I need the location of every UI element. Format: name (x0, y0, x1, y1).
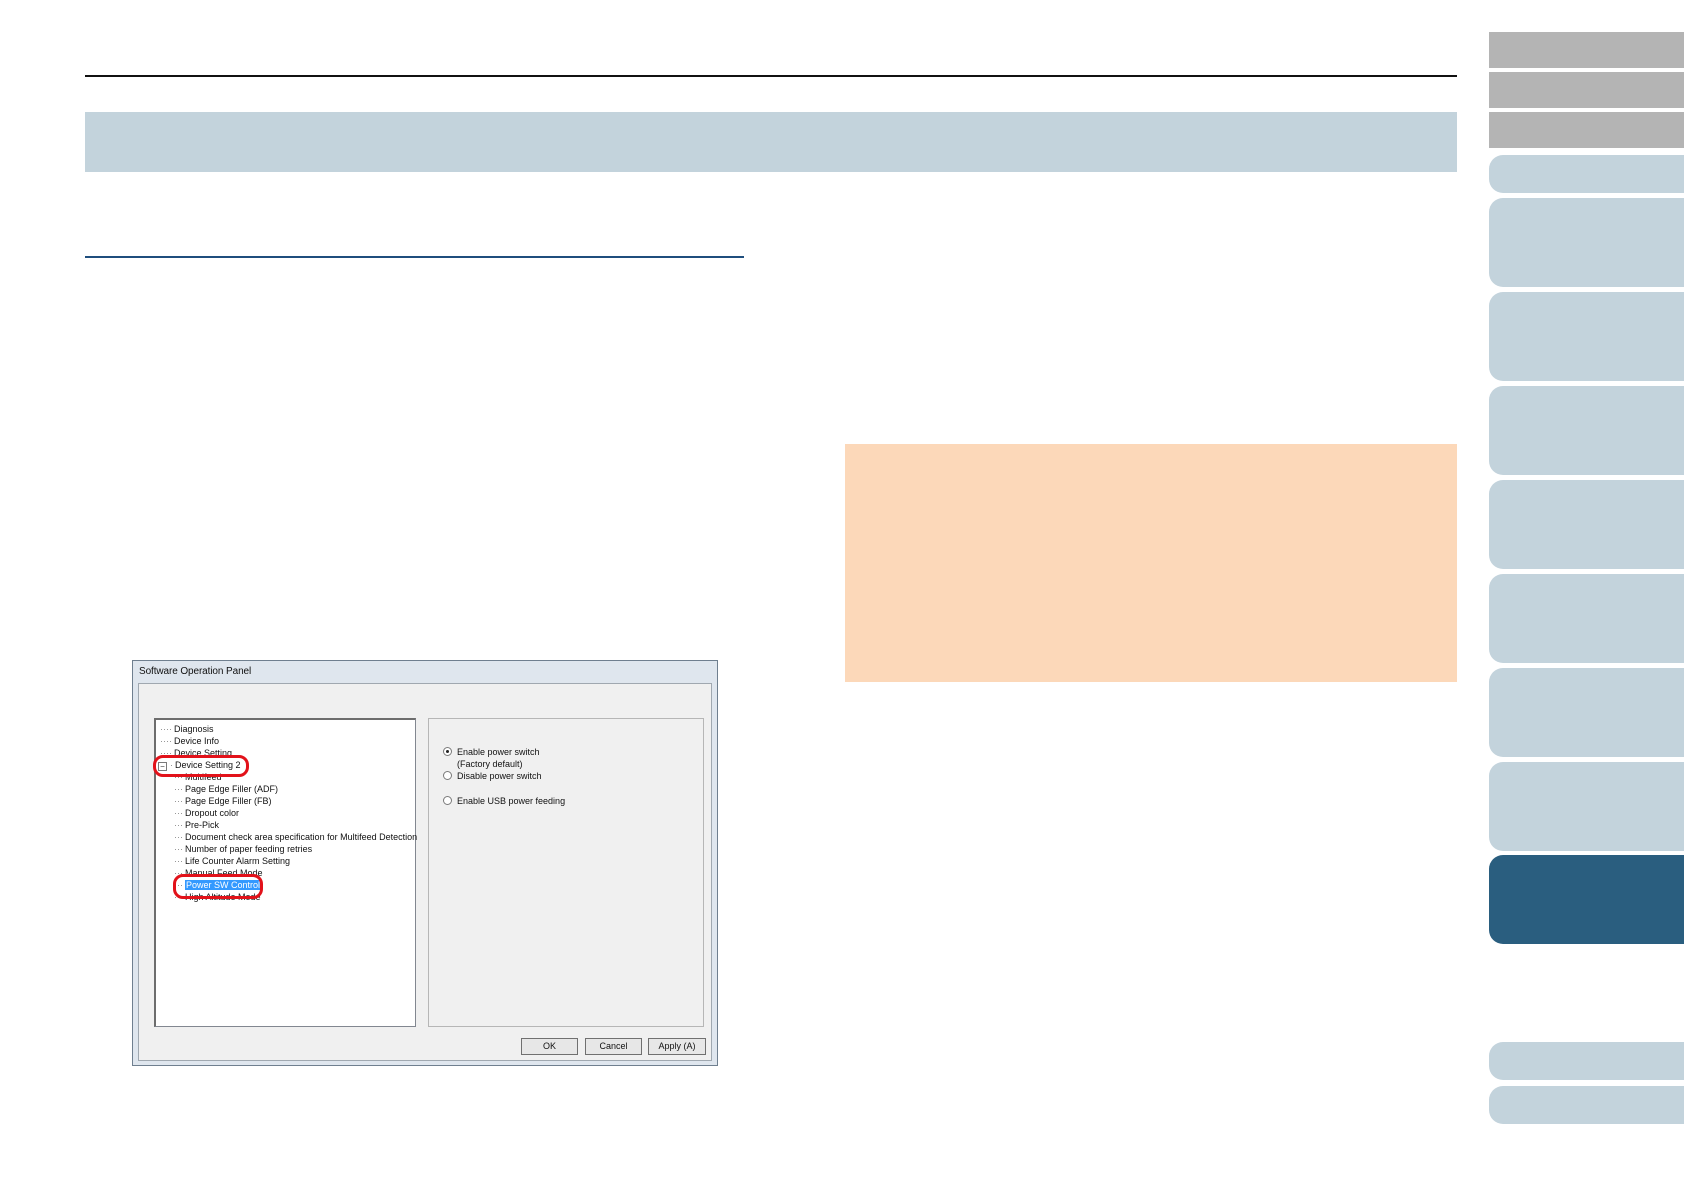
radio-icon[interactable] (443, 771, 452, 781)
option-enable-power-switch[interactable]: Enable power switch (443, 747, 540, 757)
nav-tab-3[interactable] (1489, 112, 1684, 148)
nav-tab-2[interactable] (1489, 72, 1684, 108)
title-band (85, 112, 1457, 172)
nav-tab-12[interactable] (1489, 1042, 1684, 1080)
tree-item-page-edge-filler-fb[interactable]: ··· Page Edge Filler (FB) (174, 796, 272, 807)
section-divider (85, 256, 744, 258)
nav-tab-4[interactable] (1489, 155, 1684, 193)
highlight-ring-power-sw-control (173, 874, 263, 899)
tree-item-diagnosis[interactable]: ···· Diagnosis (160, 724, 214, 735)
nav-tab-13[interactable] (1489, 1086, 1684, 1124)
software-operation-panel-dialog: Software Operation Panel ···· Diagnosis ·… (132, 660, 718, 1066)
tree-item-document-check-area[interactable]: ··· Document check area specification for… (174, 832, 417, 843)
nav-tab-8[interactable] (1489, 480, 1684, 569)
radio-icon[interactable] (443, 796, 452, 806)
settings-tree[interactable]: ···· Diagnosis ···· Device Info ···· Device… (153, 718, 417, 1027)
cancel-button[interactable]: Cancel (585, 1038, 642, 1055)
ok-button[interactable]: OK (521, 1038, 578, 1055)
tree-item-paper-feeding-retries[interactable]: ··· Number of paper feeding retries (174, 844, 312, 855)
option-disable-power-switch[interactable]: Disable power switch (443, 771, 542, 781)
radio-checked-icon[interactable] (443, 747, 452, 757)
tree-item-pre-pick[interactable]: ··· Pre-Pick (174, 820, 219, 831)
factory-default-note: (Factory default) (457, 759, 523, 769)
tree-item-device-info[interactable]: ···· Device Info (160, 736, 219, 747)
option-enable-usb-power-feeding[interactable]: Enable USB power feeding (443, 796, 565, 806)
nav-tab-10[interactable] (1489, 668, 1684, 757)
tree-item-dropout-color[interactable]: ··· Dropout color (174, 808, 239, 819)
dialog-body: ···· Diagnosis ···· Device Info ···· Device… (138, 683, 712, 1061)
header-rule (85, 75, 1457, 77)
apply-button[interactable]: Apply (A) (648, 1038, 706, 1055)
nav-tab-11[interactable] (1489, 762, 1684, 851)
highlight-ring-device-setting-2 (153, 755, 249, 777)
nav-tab-6[interactable] (1489, 292, 1684, 381)
note-box (845, 444, 1457, 682)
nav-tab-5[interactable] (1489, 198, 1684, 287)
nav-tab-9[interactable] (1489, 574, 1684, 663)
power-sw-options: Enable power switch (Factory default) Di… (428, 718, 704, 1027)
nav-tab-1[interactable] (1489, 32, 1684, 68)
nav-tab-7[interactable] (1489, 386, 1684, 475)
dialog-title: Software Operation Panel (139, 666, 252, 677)
tree-item-life-counter-alarm[interactable]: ··· Life Counter Alarm Setting (174, 856, 290, 867)
tree-item-page-edge-filler-adf[interactable]: ··· Page Edge Filler (ADF) (174, 784, 278, 795)
nav-tab-active[interactable] (1489, 855, 1684, 944)
